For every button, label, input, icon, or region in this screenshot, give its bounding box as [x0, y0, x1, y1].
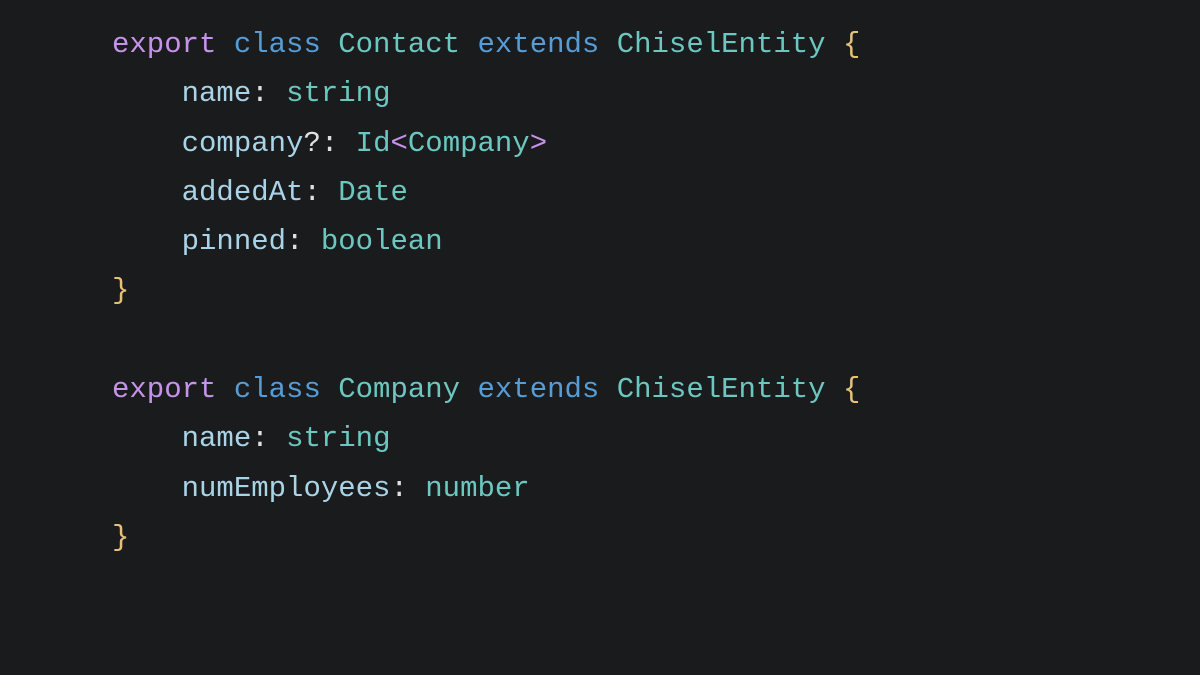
brace-open: {	[843, 373, 860, 406]
type-annotation: string	[286, 77, 390, 110]
generic-type: Company	[408, 127, 530, 160]
colon: :	[251, 422, 268, 455]
keyword-class: class	[234, 373, 321, 406]
property-name: addedAt	[182, 176, 304, 209]
type-annotation: Date	[338, 176, 408, 209]
property-name: pinned	[182, 225, 286, 258]
angle-close: >	[530, 127, 547, 160]
brace-close: }	[112, 521, 129, 554]
colon: :	[390, 472, 407, 505]
type-annotation: Id	[356, 127, 391, 160]
colon: :	[251, 77, 268, 110]
angle-open: <	[390, 127, 407, 160]
property-name: numEmployees	[182, 472, 391, 505]
keyword-extends: extends	[477, 28, 599, 61]
property-name: name	[182, 422, 252, 455]
colon: :	[303, 176, 320, 209]
code-line: export class Contact extends ChiselEntit…	[112, 28, 860, 61]
code-line: numEmployees: number	[112, 472, 530, 505]
code-line: name: string	[112, 422, 390, 455]
property-name: name	[182, 77, 252, 110]
code-line: name: string	[112, 77, 390, 110]
class-name: Company	[338, 373, 460, 406]
brace-open: {	[843, 28, 860, 61]
colon: :	[321, 127, 338, 160]
brace-close: }	[112, 274, 129, 307]
type-annotation: number	[425, 472, 529, 505]
colon: :	[286, 225, 303, 258]
code-line: }	[112, 274, 129, 307]
code-line: addedAt: Date	[112, 176, 408, 209]
type-annotation: boolean	[321, 225, 443, 258]
code-line: }	[112, 521, 129, 554]
optional-mark: ?	[303, 127, 320, 160]
base-class: ChiselEntity	[617, 28, 826, 61]
property-name: company	[182, 127, 304, 160]
keyword-export: export	[112, 28, 216, 61]
keyword-class: class	[234, 28, 321, 61]
code-line: pinned: boolean	[112, 225, 443, 258]
keyword-export: export	[112, 373, 216, 406]
type-annotation: string	[286, 422, 390, 455]
code-line: company?: Id<Company>	[112, 127, 547, 160]
blank-line	[112, 324, 129, 357]
class-name: Contact	[338, 28, 460, 61]
keyword-extends: extends	[477, 373, 599, 406]
base-class: ChiselEntity	[617, 373, 826, 406]
code-line: export class Company extends ChiselEntit…	[112, 373, 860, 406]
code-block: export class Contact extends ChiselEntit…	[112, 20, 1200, 562]
